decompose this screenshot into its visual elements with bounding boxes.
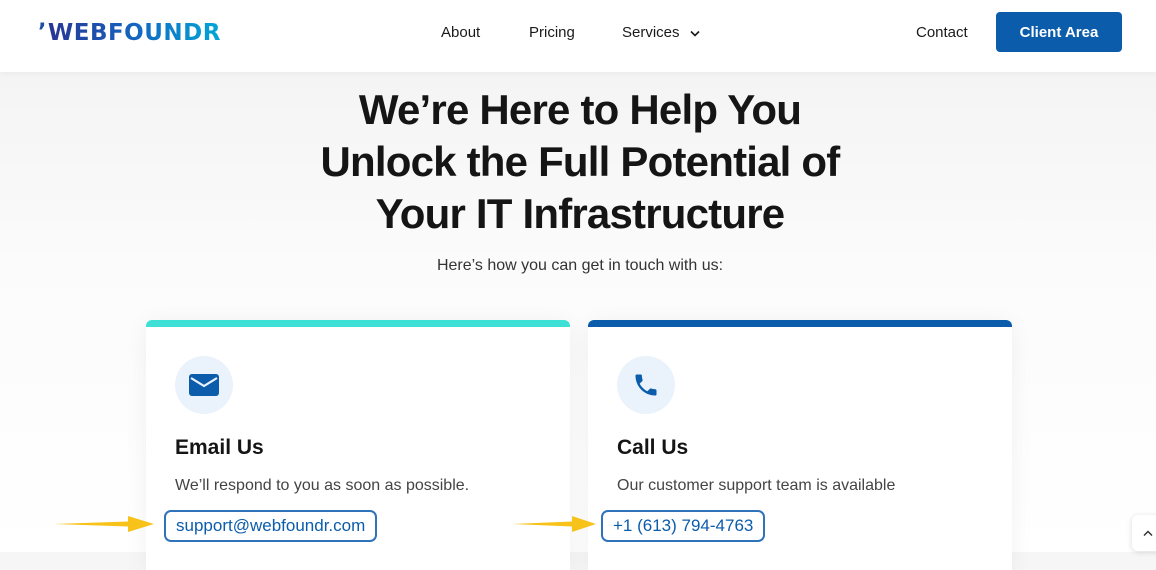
nav-link-contact[interactable]: Contact	[916, 23, 968, 43]
card-accent-bar	[146, 320, 570, 327]
headline-line: Your IT Infrastructure	[375, 190, 785, 237]
chevron-up-icon	[1143, 529, 1153, 536]
client-area-button[interactable]: Client Area	[996, 12, 1122, 52]
logo-mark-icon: ʼ	[38, 20, 47, 45]
headline-line: Unlock the Full Potential of	[320, 138, 841, 185]
phone-icon-badge	[617, 356, 675, 414]
top-navbar: ʼ WEBFOUNDR About Pricing Services Conta…	[0, 0, 1156, 72]
annotation-arrow-icon	[512, 516, 596, 532]
page-headline: We’re Here to Help You Unlock the Full P…	[250, 84, 910, 240]
headline-line: We’re Here to Help You	[358, 86, 802, 133]
chevron-down-icon	[690, 30, 700, 37]
card-description: We’ll respond to you as soon as possible…	[175, 477, 470, 494]
call-card: Call Us Our customer support team is ava…	[588, 320, 1012, 570]
nav-services-label: Services	[622, 24, 680, 41]
nav-link-services[interactable]: Services	[622, 23, 700, 43]
brand-logo[interactable]: ʼ WEBFOUNDR	[38, 19, 221, 47]
nav-link-pricing[interactable]: Pricing	[529, 23, 575, 43]
scroll-to-top-button[interactable]	[1132, 515, 1156, 551]
logo-text: WEBFOUNDR	[47, 20, 221, 46]
card-description: Our customer support team is available	[617, 477, 896, 494]
annotation-arrow-icon	[54, 516, 154, 532]
card-title: Email Us	[175, 436, 264, 459]
card-accent-bar	[588, 320, 1012, 327]
phone-icon	[635, 374, 657, 396]
phone-link[interactable]: +1 (613) 794-4763	[601, 510, 766, 542]
email-link[interactable]: support@webfoundr.com	[164, 510, 378, 542]
email-card: Email Us We’ll respond to you as soon as…	[146, 320, 570, 570]
card-title: Call Us	[617, 436, 689, 459]
nav-link-about[interactable]: About	[441, 23, 480, 43]
email-icon-badge	[175, 356, 233, 414]
hero-subtitle: Here’s how you can get in touch with us:	[436, 257, 724, 274]
envelope-icon	[189, 374, 219, 396]
